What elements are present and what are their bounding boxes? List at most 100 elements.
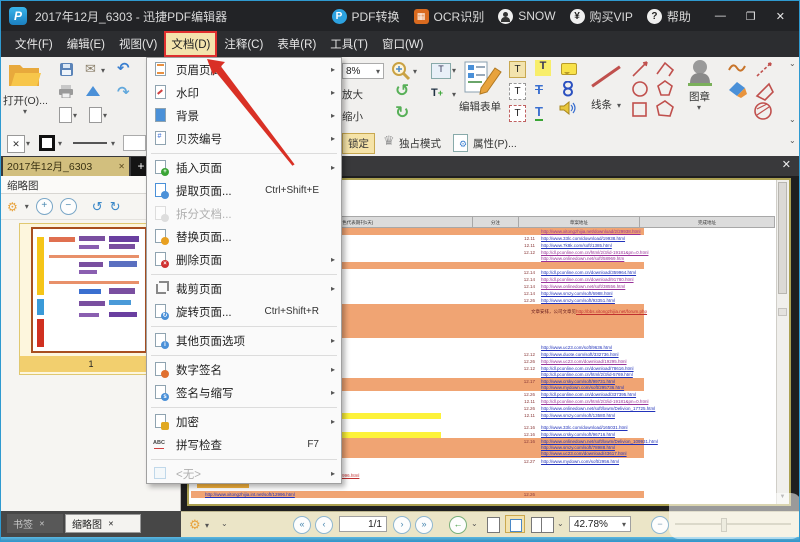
row-result-link[interactable]: http://www.uc23.com/download/19295.html — [541, 359, 627, 365]
row-result-link[interactable]: http://dl.pconline.com.cn/download/33739… — [541, 392, 636, 398]
edit-form-button[interactable]: 编辑表单 — [459, 99, 501, 114]
page-tool-dropdown-icon[interactable]: ▾ — [73, 111, 77, 120]
blank-page-dropdown-icon[interactable]: ▾ — [103, 111, 107, 120]
edit-text-dropdown-icon[interactable]: ▾ — [452, 66, 456, 75]
thumbnails-tab-close-icon[interactable]: ✕ — [108, 520, 114, 528]
panel-tab-bookmarks[interactable]: 书签 ✕ — [7, 514, 63, 533]
row-result-link[interactable]: http://www.xitongzhijia.net/download/2/2… — [541, 229, 641, 235]
shape-tools-icons[interactable] — [631, 60, 675, 118]
print-icon[interactable] — [58, 85, 74, 98]
menubar-item[interactable]: 注释(C) — [218, 32, 269, 56]
titlebar-action[interactable]: PPDF转换 — [332, 8, 400, 25]
view-mode-dropdown-icon[interactable]: ⌄ — [557, 519, 564, 528]
line-tool-button[interactable]: 线条 — [591, 97, 612, 112]
menu-item-spellcheck[interactable]: 拼写检查F7 — [147, 433, 341, 456]
link-icon[interactable] — [561, 81, 575, 97]
row-result-link[interactable]: http://dl.pconline.com.cn/html/2/3/id-57… — [541, 372, 634, 378]
magnifier-dropdown-icon[interactable]: ▾ — [413, 67, 417, 76]
row-result-link[interactable]: http://www.7k8k.com/soft/1385.html — [541, 243, 612, 249]
lock-button[interactable]: 锁定 — [342, 133, 375, 154]
row-result-link[interactable]: http://www.smzy.com/soft/93351.html — [541, 298, 615, 304]
row-result-link[interactable]: http://www.onlinedown.net/soft/38556.htm… — [541, 284, 625, 290]
row-source-link[interactable]: http://www.xitongzhijia.int.net/soft/129… — [205, 492, 295, 497]
annotation-tools-icons[interactable] — [727, 60, 777, 120]
toolbar-expand-icon[interactable]: ⌄ — [789, 59, 796, 68]
nav-gear-icon[interactable]: ⚙ — [189, 517, 201, 533]
notice-link[interactable]: http://bbs.xitongzhijia.net/forum.php — [576, 309, 647, 314]
menubar-item[interactable]: 编辑(E) — [61, 32, 111, 56]
maximize-button[interactable]: ❐ — [746, 10, 756, 23]
menubar-item[interactable]: 窗口(W) — [376, 32, 430, 56]
edit-text-icon[interactable]: T — [431, 63, 451, 79]
text-box-tool[interactable]: T — [509, 83, 526, 100]
sidebar-gear-icon[interactable]: ⚙ — [7, 200, 18, 214]
row-result-link[interactable]: http://www.smzy.com/soft/13580.html — [541, 413, 615, 419]
edit-form-icon[interactable] — [463, 60, 503, 96]
row-result-link[interactable]: http://dl.pconline.com.cn/download/35996… — [541, 270, 636, 276]
nav-gear-dropdown-icon[interactable]: ▾ — [205, 521, 209, 530]
prev-page-button[interactable]: ‹ — [315, 516, 333, 534]
minimize-button[interactable]: — — [715, 10, 726, 22]
next-page-button[interactable]: › — [393, 516, 411, 534]
titlebar-action[interactable]: SNOW — [498, 9, 555, 24]
row-result-link[interactable]: http://dl.pconline.com.cn/download/78616… — [541, 366, 634, 372]
facing-pages-view2-icon[interactable] — [541, 517, 554, 533]
fill-dropdown-icon[interactable]: ▾ — [26, 139, 30, 148]
zoom-out-slider-button[interactable]: − — [651, 516, 669, 534]
stamp-dropdown-icon[interactable]: ▾ — [697, 103, 701, 112]
row-result-link[interactable]: http://dl.pconline.com.cn/html/2/3/id-19… — [541, 250, 648, 256]
menu-item-page-options[interactable]: i其他页面选项▸ — [147, 329, 341, 352]
row-result-link[interactable]: http://www.mydown.com/soft/295736.html — [541, 385, 624, 391]
rotate-page-right-icon[interactable]: ↻ — [110, 199, 121, 215]
menu-item-crop-page[interactable]: 裁剪页面▸ — [147, 277, 341, 300]
no-fill-swatch[interactable]: ✕ — [7, 135, 25, 153]
properties-button[interactable]: 属性(P)... — [473, 136, 517, 151]
row-result-link[interactable]: http://www.crsky.com/soft/99731.html — [541, 379, 624, 385]
titlebar-action[interactable]: ▦OCR识别 — [414, 8, 485, 25]
menu-item-header-footer[interactable]: 页眉页脚▸ — [147, 58, 341, 81]
row-result-link[interactable]: http://www.onlinedown.net/soft/lxwm/Deli… — [541, 439, 658, 445]
sidebar-gear-dropdown-icon[interactable]: ▾ — [25, 202, 29, 211]
menu-item-extract-page[interactable]: 提取页面...Ctrl+Shift+E — [147, 179, 341, 202]
underline-text-icon[interactable]: T — [535, 104, 543, 121]
row-result-link[interactable]: http://www.onlinedown.net/soft/58969.htm — [541, 256, 648, 262]
magnifier-icon[interactable] — [391, 61, 411, 81]
view-history-dropdown-icon[interactable]: ⌄ — [471, 519, 478, 528]
row-result-link[interactable]: http://www.33lc.com/download/19938.html — [541, 236, 625, 242]
menubar-item[interactable]: 视图(V) — [113, 32, 163, 56]
last-page-button[interactable]: » — [415, 516, 433, 534]
zoom-out-button[interactable]: 缩小 — [342, 109, 363, 124]
zoom-level-combo[interactable]: 8% ▾ — [342, 63, 384, 79]
row-result-link[interactable]: http://www.mydown.com/soft/2956.html — [541, 459, 619, 465]
document-close-icon[interactable]: ✕ — [782, 158, 791, 171]
first-page-button[interactable]: « — [293, 516, 311, 534]
toolbar2-expand-icon[interactable]: ⌄ — [789, 136, 796, 145]
menubar-item[interactable]: 文档(D) — [165, 32, 216, 56]
blank-page-icon[interactable] — [89, 107, 102, 123]
add-text-icon[interactable]: T+ — [431, 87, 449, 101]
menubar-item[interactable]: 工具(T) — [324, 32, 374, 56]
titlebar-action[interactable]: ¥购买VIP — [570, 8, 633, 25]
open-button[interactable]: 打开(O)... — [3, 93, 48, 108]
stamp-icon[interactable] — [685, 59, 715, 87]
zoom-in-button[interactable]: 放大 — [342, 87, 363, 102]
stroke-dropdown-icon[interactable]: ▾ — [58, 139, 62, 148]
exclusive-mode-button[interactable]: 独占模式 — [399, 136, 441, 151]
row-result-link[interactable]: http://www.uc23.com/download/43617.html — [541, 451, 658, 457]
open-folder-icon[interactable] — [7, 62, 43, 88]
email-icon[interactable]: ✉ — [85, 61, 96, 77]
add-text-dropdown-icon[interactable]: ▾ — [452, 90, 456, 99]
thumb-zoom-in-button[interactable]: + — [36, 198, 53, 215]
save-icon[interactable] — [59, 62, 74, 77]
stroke-color-swatch[interactable] — [39, 135, 55, 151]
row-result-link[interactable]: http://www.crsky.com/soft/96716.html — [541, 432, 615, 438]
row-result-link[interactable]: http://dl.pconline.com.cn/html/2/3/id-19… — [541, 399, 648, 405]
undo-icon[interactable]: ↶ — [117, 59, 130, 77]
menu-item-replace-page[interactable]: 替换页面... — [147, 225, 341, 248]
document-tab-close-icon[interactable]: ✕ — [118, 162, 125, 171]
document-tab[interactable]: 2017年12月_6303 ✕ — [3, 157, 129, 176]
menu-item-digital-sign[interactable]: 数字签名▸ — [147, 358, 341, 381]
text-callout-tool[interactable]: T — [509, 105, 526, 122]
menu-item-bates[interactable]: 贝茨编号▸ — [147, 127, 341, 150]
line-tool-icon[interactable] — [591, 66, 621, 88]
